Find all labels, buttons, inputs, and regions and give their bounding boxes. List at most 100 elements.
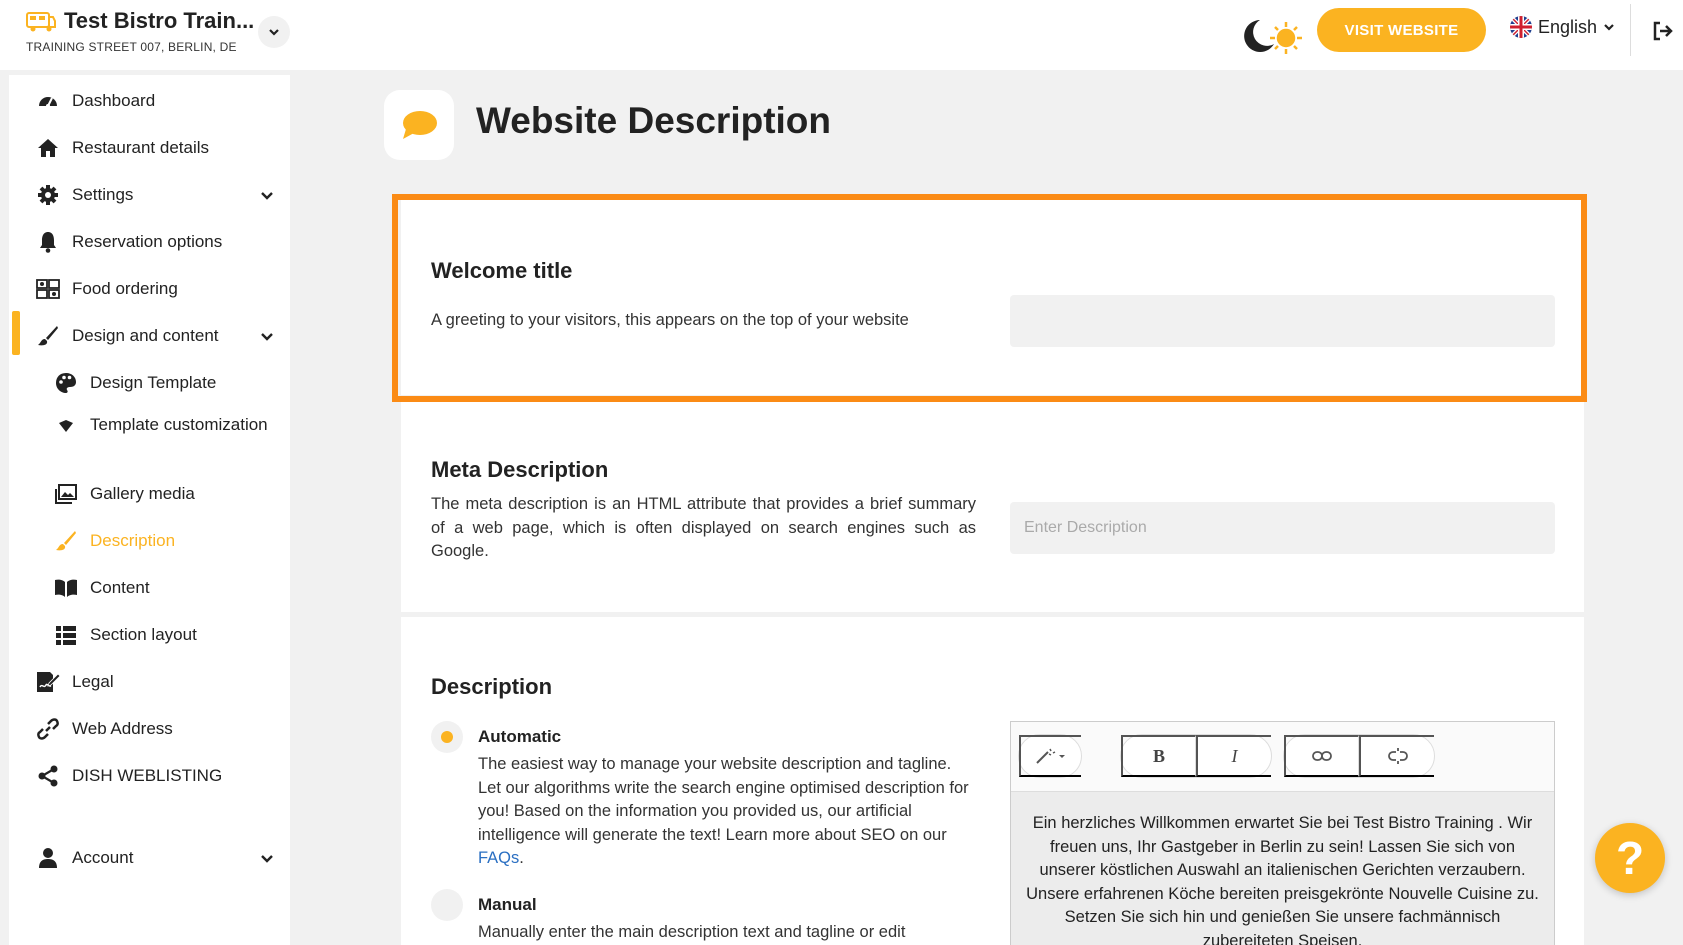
pencil-icon [54, 529, 78, 553]
manual-option-title: Manual [478, 895, 537, 914]
sidebar-item-label: Settings [72, 185, 134, 204]
sidebar-item-template-customization[interactable]: Template customization [9, 408, 290, 466]
restaurant-brand[interactable]: Test Bistro Train... TRAINING STREET 007… [26, 8, 254, 54]
welcome-title-description: A greeting to your visitors, this appear… [431, 311, 909, 329]
radio-selected-dot [441, 731, 453, 743]
palette-icon [54, 371, 78, 395]
editor-toolbar: B I [1011, 722, 1554, 792]
sidebar-item-dish-weblisting[interactable]: DISH WEBLISTING [9, 754, 290, 798]
italic-button[interactable]: I [1196, 735, 1271, 777]
meta-description-input[interactable] [1010, 502, 1555, 554]
theme-toggle-icon[interactable] [1236, 16, 1308, 56]
editor-content[interactable]: Ein herzliches Willkommen erwartet Sie b… [1011, 792, 1554, 945]
automatic-desc-text: The easiest way to manage your website d… [478, 755, 969, 844]
link-icon [1312, 751, 1332, 761]
sidebar-item-label: DISH WEBLISTING [72, 766, 223, 785]
food-ordering-icon [36, 277, 60, 301]
sidebar-item-label: Template customization [90, 415, 268, 434]
link-icon [36, 717, 60, 741]
manual-option-description: Manually enter the main description text… [478, 923, 906, 941]
page-icon [384, 90, 454, 160]
unlink-button[interactable] [1359, 735, 1434, 777]
sidebar-item-label: Web Address [72, 719, 173, 738]
gear-icon [36, 183, 60, 207]
chevron-down-icon [1604, 24, 1614, 31]
sidebar-item-content[interactable]: Content [9, 566, 290, 610]
sidebar-item-label: Account [72, 848, 134, 867]
list-icon [54, 623, 78, 647]
sidebar-item-label: Content [90, 578, 150, 597]
food-truck-icon [26, 12, 56, 32]
images-icon [54, 482, 78, 506]
sidebar-item-food-ordering[interactable]: Food ordering [9, 267, 290, 311]
welcome-title-heading: Welcome title [431, 258, 573, 283]
automatic-option-title: Automatic [478, 727, 562, 746]
chevron-down-icon [269, 29, 279, 36]
sidebar-item-section-layout[interactable]: Section layout [9, 613, 290, 657]
brush-icon [36, 324, 60, 348]
magic-wand-icon [1036, 748, 1065, 764]
sidebar-item-label: Legal [72, 672, 114, 691]
header-divider [1630, 4, 1631, 56]
logout-icon[interactable] [1650, 18, 1676, 44]
chevron-down-icon [261, 855, 273, 863]
magic-wand-button[interactable] [1019, 735, 1081, 777]
restaurant-switcher-button[interactable] [258, 16, 290, 48]
sidebar-item-restaurant-details[interactable]: Restaurant details [9, 126, 290, 170]
language-label: English [1538, 16, 1598, 37]
sidebar-item-label: Gallery media [90, 484, 195, 503]
visit-website-button[interactable]: VISIT WEBSITE [1317, 8, 1486, 52]
sidebar-item-gallery-media[interactable]: Gallery media [9, 472, 290, 516]
unlink-icon [1387, 748, 1408, 764]
toolbar-group-link [1283, 734, 1435, 778]
welcome-title-card: Welcome title A greeting to your visitor… [401, 200, 1584, 395]
top-header: Test Bistro Train... TRAINING STREET 007… [0, 0, 1683, 70]
sidebar-item-label: Design and content [72, 326, 219, 345]
sidebar-item-legal[interactable]: Legal [9, 660, 290, 704]
sidebar-item-dashboard[interactable]: Dashboard [9, 79, 290, 123]
sidebar-item-design-template[interactable]: Design Template [9, 361, 290, 405]
meta-description-heading: Meta Description [431, 457, 609, 482]
dashboard-icon [36, 89, 60, 113]
signature-icon [36, 670, 60, 694]
toolbar-group-magic [1018, 734, 1082, 778]
sidebar-item-label: Design Template [90, 373, 217, 392]
sidebar-item-web-address[interactable]: Web Address [9, 707, 290, 751]
description-card: Description Automatic The easiest way to… [401, 617, 1584, 945]
spray-icon [54, 414, 78, 438]
automatic-radio[interactable] [431, 721, 463, 753]
chevron-down-icon [261, 192, 273, 200]
sidebar-item-label: Reservation options [72, 232, 223, 251]
sidebar-item-label: Dashboard [72, 91, 156, 110]
sidebar: Dashboard Restaurant details Settings Re… [9, 75, 290, 945]
sidebar-item-design-and-content[interactable]: Design and content [9, 314, 290, 358]
meta-description-card: Meta Description The meta description is… [401, 400, 1584, 612]
sidebar-item-label: Section layout [90, 625, 197, 644]
chevron-down-icon [261, 333, 273, 341]
sidebar-item-settings[interactable]: Settings [9, 173, 290, 217]
sidebar-item-reservation-options[interactable]: Reservation options [9, 220, 290, 264]
insert-link-button[interactable] [1284, 735, 1359, 777]
language-selector[interactable]: English [1510, 16, 1615, 38]
restaurant-name: Test Bistro Train... [64, 8, 255, 33]
description-editor: B I Ein herzliches Willkommen erwartet S… [1010, 721, 1555, 945]
uk-flag-icon [1510, 16, 1532, 38]
sidebar-item-account[interactable]: Account [9, 836, 290, 880]
sidebar-item-description[interactable]: Description [9, 519, 290, 563]
sidebar-item-label: Restaurant details [72, 138, 210, 157]
meta-description-text: The meta description is an HTML attribut… [431, 495, 976, 560]
speech-bubble-icon [403, 111, 437, 139]
automatic-desc-end: . [519, 849, 524, 867]
toolbar-group-format: B I [1120, 734, 1272, 778]
user-icon [36, 846, 60, 870]
sidebar-item-label: Description [90, 531, 176, 550]
faqs-link[interactable]: FAQs [478, 849, 519, 867]
welcome-title-input[interactable] [1010, 295, 1555, 347]
page-title: Website Description [476, 100, 832, 141]
book-icon [54, 576, 78, 600]
bold-button[interactable]: B [1121, 735, 1196, 777]
sidebar-item-label: Food ordering [72, 279, 178, 298]
help-button[interactable]: ? [1595, 823, 1665, 893]
manual-radio[interactable] [431, 889, 463, 921]
automatic-option-description: The easiest way to manage your website d… [478, 753, 978, 871]
